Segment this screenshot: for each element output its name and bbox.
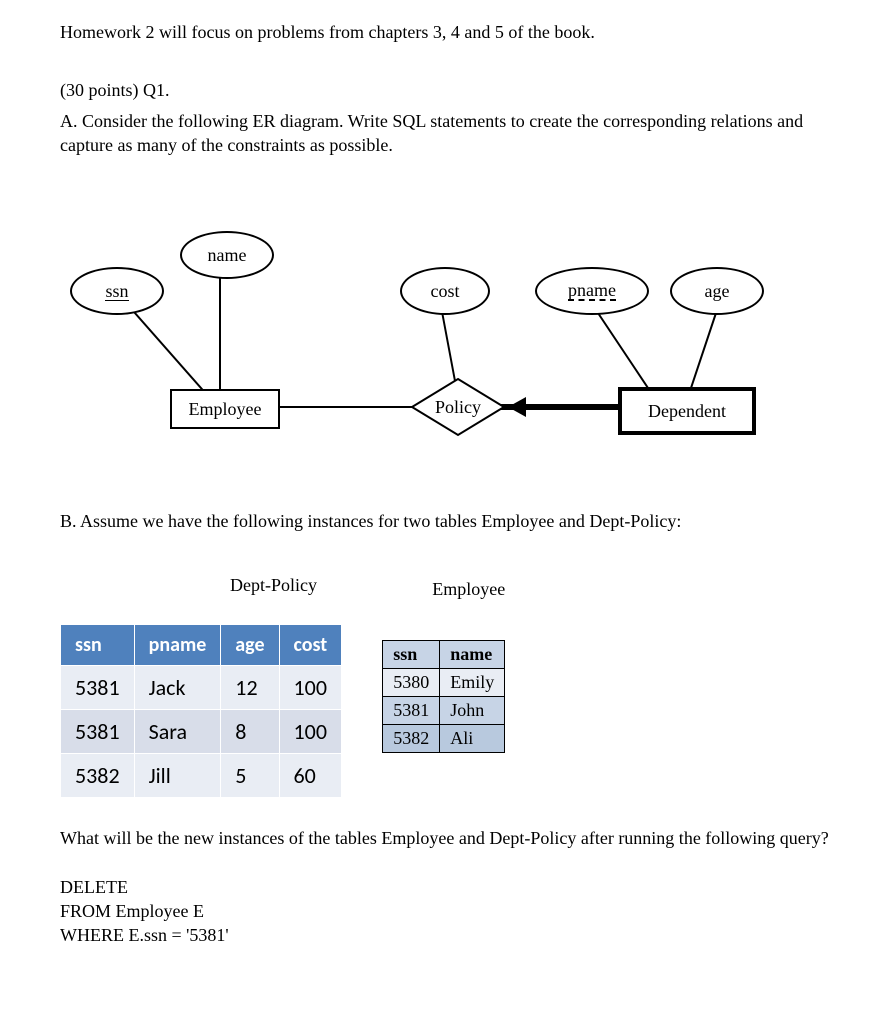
attr-pname: pname [535, 267, 649, 315]
dept-h-cost: cost [279, 625, 342, 666]
relationship-policy-label: Policy [435, 397, 481, 418]
attr-ssn-label: ssn [105, 282, 128, 301]
dept-policy-table: ssn pname age cost 5381 Jack 12 100 5381… [60, 624, 342, 798]
cell: 5382 [383, 725, 440, 753]
emp-h-name: name [440, 641, 505, 669]
dept-policy-block: Dept-Policy ssn pname age cost 5381 Jack… [60, 575, 342, 798]
cell: 5 [221, 754, 279, 798]
employee-block: Employee ssn name 5380 Emily 5381 John 5… [382, 579, 505, 753]
sql-line: DELETE [60, 875, 833, 899]
entity-employee-label: Employee [189, 399, 262, 420]
table-row: 5382 Jill 5 60 [61, 754, 342, 798]
cell: 5380 [383, 669, 440, 697]
cell: 100 [279, 666, 342, 710]
part-a-text: A. Consider the following ER diagram. Wr… [60, 109, 833, 158]
entity-employee: Employee [170, 389, 280, 429]
cell: Sara [134, 710, 221, 754]
attr-cost: cost [400, 267, 490, 315]
after-question: What will be the new instances of the ta… [60, 826, 833, 850]
table-row: 5382 Ali [383, 725, 505, 753]
cell: 5381 [61, 710, 135, 754]
sql-line: FROM Employee E [60, 899, 833, 923]
cell: Emily [440, 669, 505, 697]
cell: 5382 [61, 754, 135, 798]
relationship-policy: Policy [410, 377, 506, 437]
cell: 60 [279, 754, 342, 798]
table-row: 5380 Emily [383, 669, 505, 697]
entity-dependent: Dependent [618, 387, 756, 435]
dept-policy-title: Dept-Policy [60, 575, 342, 596]
part-b-text: B. Assume we have the following instance… [60, 509, 833, 533]
employee-title: Employee [382, 579, 505, 600]
attr-ssn: ssn [70, 267, 164, 315]
cell: John [440, 697, 505, 725]
attr-age: age [670, 267, 764, 315]
cell: 12 [221, 666, 279, 710]
sql-line: WHERE E.ssn = '5381' [60, 923, 833, 947]
q1-header: (30 points) Q1. [60, 78, 833, 102]
table-row: 5381 John [383, 697, 505, 725]
cell: 5381 [383, 697, 440, 725]
er-diagram: ssn name cost pname age Employee Policy … [60, 221, 820, 481]
cell: Jill [134, 754, 221, 798]
attr-pname-label: pname [568, 281, 616, 301]
tables-row: Dept-Policy ssn pname age cost 5381 Jack… [60, 575, 833, 798]
cell: 100 [279, 710, 342, 754]
attr-name: name [180, 231, 274, 279]
intro-text: Homework 2 will focus on problems from c… [60, 20, 833, 44]
attr-cost-label: cost [431, 281, 460, 302]
entity-dependent-label: Dependent [648, 401, 726, 422]
cell: Ali [440, 725, 505, 753]
emp-h-ssn: ssn [383, 641, 440, 669]
table-row: 5381 Sara 8 100 [61, 710, 342, 754]
cell: 5381 [61, 666, 135, 710]
sql-query: DELETE FROM Employee E WHERE E.ssn = '53… [60, 875, 833, 948]
dept-h-ssn: ssn [61, 625, 135, 666]
dept-h-age: age [221, 625, 279, 666]
employee-table: ssn name 5380 Emily 5381 John 5382 Ali [382, 640, 505, 753]
attr-name-label: name [208, 245, 247, 266]
cell: 8 [221, 710, 279, 754]
table-row: 5381 Jack 12 100 [61, 666, 342, 710]
attr-age-label: age [705, 281, 730, 302]
cell: Jack [134, 666, 221, 710]
dept-h-pname: pname [134, 625, 221, 666]
